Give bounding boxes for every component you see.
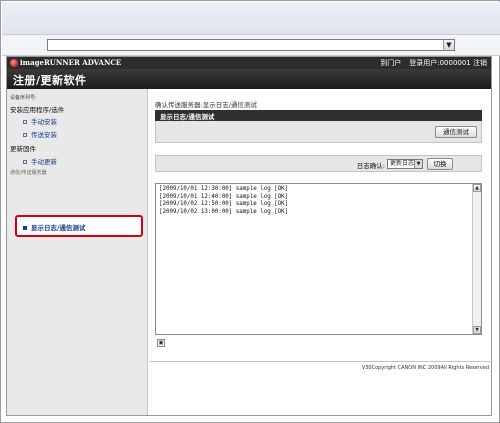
log-line: [2009/10/02 12:50:00] sample log [OK] — [159, 201, 289, 207]
log-scrollbar[interactable]: ▲ ▼ — [472, 184, 481, 334]
bullet-icon — [23, 226, 27, 230]
sidebar-item-manual-update[interactable]: 手动更新 — [23, 156, 57, 166]
portal-link[interactable]: 到门户 — [380, 59, 401, 67]
log-type-select[interactable]: 更新日志 ▼ — [387, 159, 423, 169]
browser-window: ▼ imageRUNNER ADVANCE 到门户 登录用户:0000001 注销… — [0, 0, 500, 423]
app-window: imageRUNNER ADVANCE 到门户 登录用户:0000001 注销 注… — [6, 56, 492, 416]
log-check-label: 日志确认: — [356, 162, 385, 170]
address-dropdown-icon[interactable]: ▼ — [443, 40, 454, 50]
address-input[interactable]: ▼ — [47, 39, 455, 51]
page-title: 注册/更新软件 — [13, 74, 87, 87]
log-line: [2009/10/02 13:00:00] sample log [OK] — [159, 208, 289, 215]
log-line: [2009/10/01 12:30:00] sample log [OK] — [159, 186, 289, 192]
sidebar-item-log-comm-test[interactable]: 显示日志/通信测试 — [15, 215, 143, 237]
sidebar-header-install: 安装应用程序/选件 — [10, 106, 65, 114]
sidebar-item-manual-install[interactable]: 手动安装 — [23, 116, 57, 126]
comm-test-panel: 通信测试 — [155, 121, 482, 143]
browser-toolbar — [2, 2, 500, 35]
copyright: V30Copyright CANON INC 2009All Rights Re… — [361, 365, 489, 371]
scroll-down-icon[interactable]: ▼ — [473, 326, 481, 334]
sidebar-item-delivered-install[interactable]: 传送安装 — [23, 129, 57, 139]
section-header: 显示日志/通信测试 — [155, 110, 482, 121]
bullet-icon — [23, 160, 27, 164]
sidebar: 设备序列号: 安装应用程序/选件 手动安装 传送安装 更新固件 手动更新 通信/… — [7, 89, 148, 415]
sidebar-header-delivery-server: 通信/传送服务器 — [10, 170, 47, 176]
brand-bar: imageRUNNER ADVANCE 到门户 登录用户:0000001 注销 — [7, 57, 491, 69]
log-select-row: 日志确认: 更新日志 ▼ 切换 — [155, 155, 482, 172]
log-textarea[interactable]: [2009/10/01 12:30:00] sample log [OK] [20… — [155, 183, 482, 335]
log-line: [2009/10/01 12:40:00] sample log [OK] — [159, 193, 289, 200]
chevron-down-icon: ▼ — [414, 160, 422, 168]
device-serial-label: 设备序列号: — [10, 95, 37, 101]
bullet-icon — [23, 120, 27, 124]
page-title-bar: 注册/更新软件 — [7, 69, 491, 89]
login-user: 登录用户:0000001 — [409, 59, 471, 67]
switch-button[interactable]: 切换 — [427, 158, 453, 170]
breadcrumb: 确认传送服务器:显示日志/通信测试 — [155, 101, 257, 109]
canon-logo-icon — [10, 59, 18, 67]
comm-test-button[interactable]: 通信测试 — [435, 126, 477, 138]
bullet-icon — [23, 133, 27, 137]
footer: V30Copyright CANON INC 2009All Rights Re… — [149, 361, 491, 371]
expand-icon[interactable]: ▣ — [157, 339, 165, 347]
scroll-up-icon[interactable]: ▲ — [473, 184, 481, 192]
sidebar-header-firmware: 更新固件 — [10, 145, 36, 153]
product-name: imageRUNNER ADVANCE — [20, 58, 122, 67]
logout-link[interactable]: 注销 — [473, 59, 487, 67]
main-panel: 确认传送服务器:显示日志/通信测试 显示日志/通信测试 通信测试 日志确认: 更… — [149, 89, 491, 415]
log-text: [2009/10/01 12:30:00] sample log [OK] [20… — [159, 186, 288, 216]
section-title: 显示日志/通信测试 — [160, 113, 215, 121]
header-links: 到门户 登录用户:0000001 注销 — [380, 58, 487, 68]
